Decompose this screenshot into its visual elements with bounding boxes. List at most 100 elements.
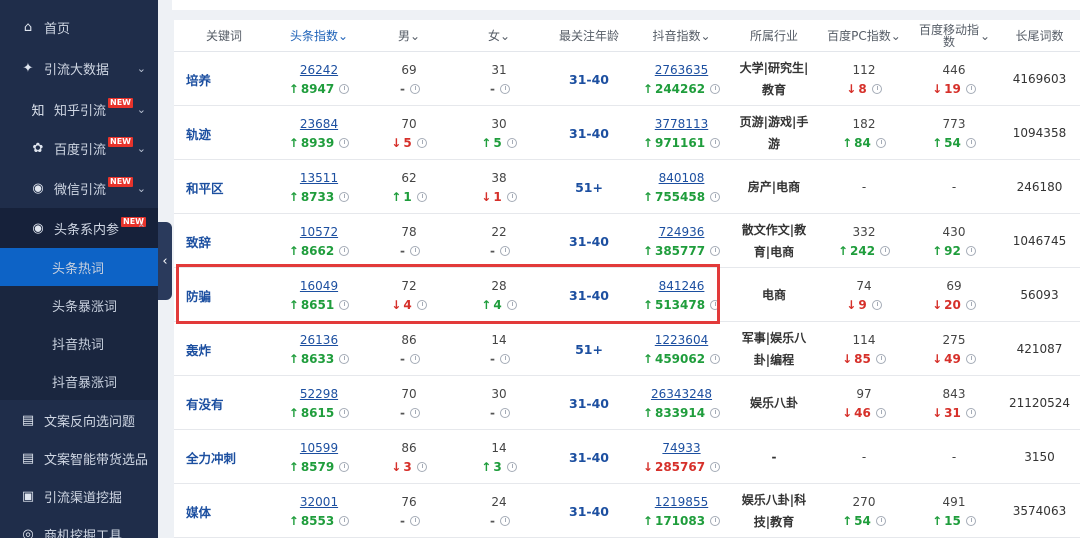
clock-icon[interactable] bbox=[875, 353, 886, 364]
douyin-index-link[interactable]: 74933 bbox=[662, 441, 700, 455]
delta-number: 54 bbox=[944, 135, 961, 150]
clock-icon[interactable] bbox=[710, 353, 721, 364]
toutiao-index-link[interactable]: 52298 bbox=[300, 387, 338, 401]
clock-icon[interactable] bbox=[416, 299, 427, 310]
clock-icon[interactable] bbox=[880, 245, 891, 256]
toutiao-index-link[interactable]: 16049 bbox=[300, 279, 338, 293]
nav-toutiao[interactable]: ◉ 头条系内参 NEW ⌃ bbox=[0, 208, 158, 248]
clock-icon[interactable] bbox=[416, 191, 427, 202]
nav-toutiao-hot[interactable]: 头条热词 bbox=[0, 248, 158, 286]
clock-icon[interactable] bbox=[409, 245, 420, 256]
nav-traffic[interactable]: ✦ 引流大数据 ⌄ bbox=[0, 50, 158, 86]
clock-icon[interactable] bbox=[506, 137, 517, 148]
nav-baidu[interactable]: ✿ 百度引流 NEW ⌄ bbox=[0, 129, 158, 167]
clock-icon[interactable] bbox=[499, 83, 510, 94]
clock-icon[interactable] bbox=[506, 191, 517, 202]
keyword-link[interactable]: 全力冲刺 bbox=[174, 430, 274, 484]
nav-channel[interactable]: ▣ 引流渠道挖掘 bbox=[0, 478, 158, 514]
clock-icon[interactable] bbox=[871, 299, 882, 310]
nav-toutiao-surge[interactable]: 头条暴涨词 bbox=[0, 286, 158, 324]
nav-zhihu[interactable]: 知 知乎引流 NEW ⌄ bbox=[0, 90, 158, 128]
col-female[interactable]: 女 ⌄ bbox=[454, 20, 544, 52]
keyword-link[interactable]: 防骗 bbox=[174, 268, 274, 322]
nav-douyin-surge[interactable]: 抖音暴涨词 bbox=[0, 362, 158, 400]
clock-icon[interactable] bbox=[965, 407, 976, 418]
clock-icon[interactable] bbox=[965, 137, 976, 148]
keyword-link[interactable]: 轨迹 bbox=[174, 106, 274, 160]
toutiao-index-link[interactable]: 26242 bbox=[300, 63, 338, 77]
sidebar-collapse-button[interactable]: ‹ bbox=[158, 222, 172, 300]
toutiao-index-link[interactable]: 10599 bbox=[300, 441, 338, 455]
clock-icon[interactable] bbox=[499, 407, 510, 418]
clock-icon[interactable] bbox=[506, 299, 517, 310]
nav-home[interactable]: ⌂ 首页 bbox=[0, 10, 158, 44]
clock-icon[interactable] bbox=[339, 191, 350, 202]
col-toutiao[interactable]: 头条指数 ⌄ bbox=[274, 20, 364, 52]
clock-icon[interactable] bbox=[339, 83, 350, 94]
clock-icon[interactable] bbox=[875, 137, 886, 148]
col-douyin[interactable]: 抖音指数 ⌄ bbox=[634, 20, 729, 52]
clock-icon[interactable] bbox=[710, 245, 721, 256]
douyin-index-link[interactable]: 840108 bbox=[659, 171, 705, 185]
nav-biz[interactable]: ◎ 商机挖掘工具 bbox=[0, 516, 158, 538]
clock-icon[interactable] bbox=[409, 515, 420, 526]
clock-icon[interactable] bbox=[339, 353, 350, 364]
clock-icon[interactable] bbox=[339, 245, 350, 256]
clock-icon[interactable] bbox=[506, 461, 517, 472]
toutiao-index-link[interactable]: 10572 bbox=[300, 225, 338, 239]
keyword-link[interactable]: 致辞 bbox=[174, 214, 274, 268]
clock-icon[interactable] bbox=[339, 407, 350, 418]
toutiao-index-link[interactable]: 26136 bbox=[300, 333, 338, 347]
clock-icon[interactable] bbox=[710, 515, 721, 526]
nav-douyin-hot[interactable]: 抖音热词 bbox=[0, 324, 158, 362]
clock-icon[interactable] bbox=[871, 83, 882, 94]
toutiao-index-link[interactable]: 23684 bbox=[300, 117, 338, 131]
clock-icon[interactable] bbox=[499, 515, 510, 526]
toutiao-index-link[interactable]: 13511 bbox=[300, 171, 338, 185]
douyin-index-link[interactable]: 2763635 bbox=[655, 63, 708, 77]
clock-icon[interactable] bbox=[875, 407, 886, 418]
nav-smart[interactable]: ▤ 文案智能带货选品 bbox=[0, 440, 158, 476]
clock-icon[interactable] bbox=[710, 299, 721, 310]
clock-icon[interactable] bbox=[965, 515, 976, 526]
clock-icon[interactable] bbox=[710, 461, 721, 472]
keyword-link[interactable]: 培养 bbox=[174, 52, 274, 106]
clock-icon[interactable] bbox=[875, 515, 886, 526]
clock-icon[interactable] bbox=[416, 137, 427, 148]
clock-icon[interactable] bbox=[339, 137, 350, 148]
toutiao-index-link[interactable]: 32001 bbox=[300, 495, 338, 509]
douyin-index-link[interactable]: 1223604 bbox=[655, 333, 708, 347]
clock-icon[interactable] bbox=[965, 299, 976, 310]
clock-icon[interactable] bbox=[416, 461, 427, 472]
clock-icon[interactable] bbox=[499, 245, 510, 256]
clock-icon[interactable] bbox=[710, 137, 721, 148]
clock-icon[interactable] bbox=[339, 461, 350, 472]
douyin-index-link[interactable]: 841246 bbox=[659, 279, 705, 293]
clock-icon[interactable] bbox=[409, 83, 420, 94]
clock-icon[interactable] bbox=[965, 245, 976, 256]
col-baidu-pc[interactable]: 百度PC指数 ⌄ bbox=[819, 20, 909, 52]
keyword-link[interactable]: 有没有 bbox=[174, 376, 274, 430]
clock-icon[interactable] bbox=[710, 83, 721, 94]
clock-icon[interactable] bbox=[965, 353, 976, 364]
nav-reverse[interactable]: ▤ 文案反向选问题 bbox=[0, 402, 158, 438]
clock-icon[interactable] bbox=[409, 407, 420, 418]
nav-wechat[interactable]: ◉ 微信引流 NEW ⌄ bbox=[0, 169, 158, 207]
douyin-index-link[interactable]: 724936 bbox=[659, 225, 705, 239]
clock-icon[interactable] bbox=[965, 83, 976, 94]
keyword-link[interactable]: 和平区 bbox=[174, 160, 274, 214]
douyin-index-link[interactable]: 1219855 bbox=[655, 495, 708, 509]
keyword-link[interactable]: 轰炸 bbox=[174, 322, 274, 376]
clock-icon[interactable] bbox=[409, 353, 420, 364]
col-baidu-mobile[interactable]: 百度移动指数 ⌄ bbox=[909, 20, 999, 52]
col-male[interactable]: 男 ⌄ bbox=[364, 20, 454, 52]
clock-icon[interactable] bbox=[339, 299, 350, 310]
douyin-index-link[interactable]: 3778113 bbox=[655, 117, 708, 131]
clock-icon[interactable] bbox=[710, 407, 721, 418]
clock-icon[interactable] bbox=[499, 353, 510, 364]
keyword-link[interactable]: 媒体 bbox=[174, 484, 274, 538]
delta-value: ↓ 5 bbox=[391, 136, 427, 150]
clock-icon[interactable] bbox=[339, 515, 350, 526]
douyin-index-link[interactable]: 26343248 bbox=[651, 387, 712, 401]
clock-icon[interactable] bbox=[710, 191, 721, 202]
